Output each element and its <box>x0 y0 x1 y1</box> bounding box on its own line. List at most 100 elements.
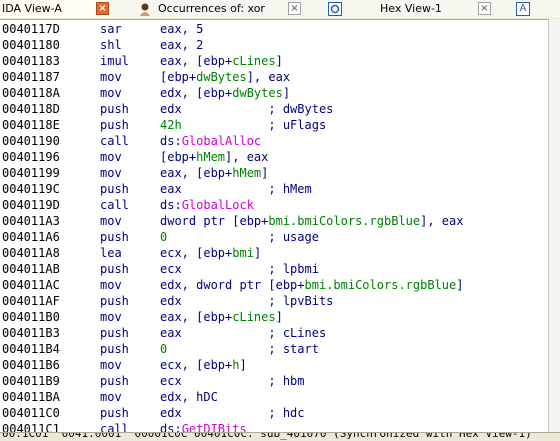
operand-text: ds: <box>160 198 182 212</box>
listing-row[interactable]: 004011B0 mov eax, [ebp+cLines] <box>0 309 548 325</box>
tab-label: IDA View-A <box>2 2 62 15</box>
mnemonic: mov <box>100 278 122 292</box>
listing-row[interactable]: 0040118E push 42h ; uFlags <box>0 117 548 133</box>
listing-row[interactable]: 004011A3 mov dword ptr [ebp+bmi.bmiColors.… <box>0 213 548 229</box>
address: 0040118D <box>2 102 60 116</box>
mnemonic: call <box>100 198 129 212</box>
listing-row[interactable]: 004011BA mov edx, hDC <box>0 389 548 405</box>
tab-hex-view[interactable]: Hex View-1 × <box>308 0 501 18</box>
listing-row[interactable]: 00401199 mov eax, [ebp+hMem] <box>0 165 548 181</box>
listing-row[interactable]: 004011C0 push edx ; hdc <box>0 405 548 421</box>
listing-row[interactable]: 00401196 mov [ebp+hMem], eax <box>0 149 548 165</box>
operand-text: ; start <box>167 342 319 356</box>
operand-text: ], eax <box>246 70 291 84</box>
operand-text: ] <box>282 86 291 100</box>
close-icon[interactable]: × <box>478 2 491 15</box>
operands: eax ; hMem <box>160 181 312 197</box>
symbol-name: dwBytes <box>196 70 247 84</box>
operand-text: eax, [ebp+ <box>160 166 233 180</box>
mnemonic: push <box>100 342 129 356</box>
symbol-name: bmi <box>232 246 254 260</box>
tab-names[interactable]: A <box>500 0 560 18</box>
address: 004011C1 <box>2 422 60 432</box>
listing-row[interactable]: 004011AB push ecx ; lpbmi <box>0 261 548 277</box>
hex-view-icon <box>328 2 342 16</box>
operand-text: edx ; lpvBits <box>160 294 334 308</box>
operands: edx ; hdc <box>160 405 305 421</box>
disassembly-listing[interactable]: 0040117D sar eax, 5 00401180 shl eax, 2 004011… <box>0 19 548 432</box>
mnemonic: push <box>100 374 129 388</box>
operands: eax, [ebp+cLines] <box>160 53 283 69</box>
listing-row[interactable]: 00401190 call ds:GlobalAlloc <box>0 133 548 149</box>
mnemonic: push <box>100 294 129 308</box>
address: 00401187 <box>2 70 60 84</box>
operands: ecx ; hbm <box>160 373 305 389</box>
operands: 0 ; usage <box>160 229 319 245</box>
tab-ida-view-a[interactable]: IDA View-A × <box>0 0 113 18</box>
address: 004011BA <box>2 390 60 404</box>
mnemonic: mov <box>100 358 122 372</box>
operands: ecx, [ebp+bmi] <box>160 245 261 261</box>
operands: ds:GetDIBits <box>160 421 247 432</box>
listing-row[interactable]: 00401187 mov [ebp+dwBytes], eax <box>0 69 548 85</box>
operand-text: edx ; dwBytes <box>160 102 334 116</box>
operands: eax, 2 <box>160 37 203 53</box>
address: 00401199 <box>2 166 60 180</box>
status-text: 00:1C01 0041:0001 00001C0C 00401C0C: sub… <box>2 432 532 440</box>
tab-label: A <box>519 3 527 14</box>
listing-row[interactable]: 0040119C push eax ; hMem <box>0 181 548 197</box>
listing-row[interactable]: 004011B9 push ecx ; hbm <box>0 373 548 389</box>
operands: [ebp+dwBytes], eax <box>160 69 290 85</box>
address: 004011A3 <box>2 214 60 228</box>
listing-row[interactable]: 00401183 imul eax, [ebp+cLines] <box>0 53 548 69</box>
address: 00401180 <box>2 38 60 52</box>
listing-row[interactable]: 0040118D push edx ; dwBytes <box>0 101 548 117</box>
listing-row[interactable]: 004011B3 push eax ; cLines <box>0 325 548 341</box>
symbol-name: bmi.bmiColors.rgbBlue <box>268 214 421 228</box>
api-name: GetDIBits <box>181 422 247 432</box>
operand-text: dword ptr [ebp+ <box>160 214 269 228</box>
address: 004011B6 <box>2 358 60 372</box>
listing-row[interactable]: 004011B4 push 0 ; start <box>0 341 548 357</box>
address: 004011A8 <box>2 246 60 260</box>
operand-text: eax, [ebp+ <box>160 310 233 324</box>
operands: eax ; cLines <box>160 325 326 341</box>
mnemonic: sar <box>100 22 122 36</box>
listing-row[interactable]: 0040117D sar eax, 5 <box>0 21 548 37</box>
address: 004011B9 <box>2 374 60 388</box>
operand-text: edx, dword ptr [ebp+ <box>160 278 305 292</box>
listing-row[interactable]: 004011B6 mov ecx, [ebp+h] <box>0 357 548 373</box>
listing-row[interactable]: 004011C1 call ds:GetDIBits <box>0 421 548 432</box>
operand-text: ] <box>275 310 283 324</box>
close-icon[interactable]: × <box>96 2 109 15</box>
mnemonic: push <box>100 262 129 276</box>
operand-text: edx, [ebp+ <box>160 86 233 100</box>
operands: edx ; dwBytes <box>160 101 333 117</box>
mnemonic: mov <box>100 214 122 228</box>
operands: [ebp+hMem], eax <box>160 149 268 165</box>
vertical-scrollbar[interactable] <box>548 19 560 432</box>
operand-text: ds: <box>160 134 182 148</box>
operand-text: edx ; hdc <box>160 406 305 420</box>
operands: ds:GlobalAlloc <box>160 133 261 149</box>
operands: 0 ; start <box>160 341 319 357</box>
close-icon[interactable]: × <box>288 2 301 15</box>
mnemonic: shl <box>100 38 122 52</box>
mnemonic: mov <box>100 310 122 324</box>
listing-row[interactable]: 0040118A mov edx, [ebp+dwBytes] <box>0 85 548 101</box>
listing-row[interactable]: 004011AF push edx ; lpvBits <box>0 293 548 309</box>
listing-row[interactable]: 004011A8 lea ecx, [ebp+bmi] <box>0 245 548 261</box>
listing-row[interactable]: 004011AC mov edx, dword ptr [ebp+bmi.bmiCo… <box>0 277 548 293</box>
mnemonic: mov <box>100 86 122 100</box>
operands: ds:GlobalLock <box>160 197 254 213</box>
operand-text: ] <box>456 278 464 292</box>
mnemonic: mov <box>100 150 122 164</box>
address: 0040119D <box>2 198 60 212</box>
address: 004011C0 <box>2 406 60 420</box>
tab-occurrences[interactable]: Occurrences of: xor × <box>112 0 309 18</box>
listing-row[interactable]: 00401180 shl eax, 2 <box>0 37 548 53</box>
address: 0040118A <box>2 86 60 100</box>
listing-row[interactable]: 0040119D call ds:GlobalLock <box>0 197 548 213</box>
listing-row[interactable]: 004011A6 push 0 ; usage <box>0 229 548 245</box>
operand-text: ; uFlags <box>181 118 327 132</box>
